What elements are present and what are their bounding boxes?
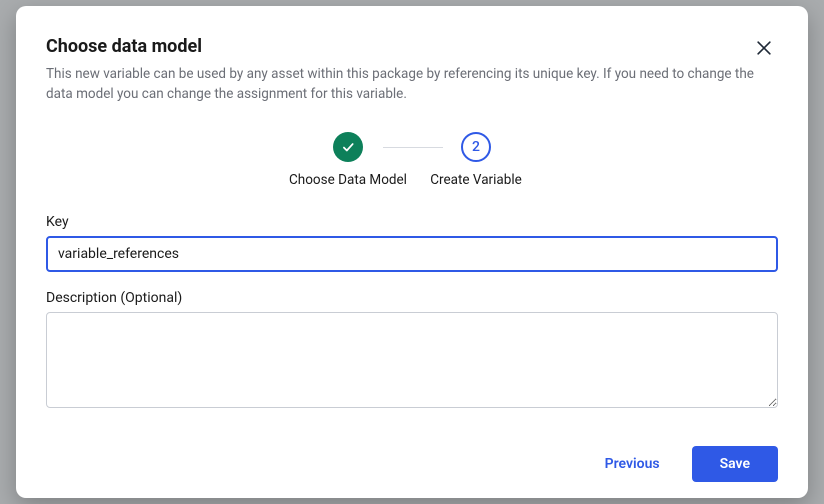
key-field-group: Key [46, 214, 778, 272]
step-connector [383, 147, 443, 148]
check-icon [341, 140, 355, 154]
modal-overlay: Choose data model This new variable can … [0, 0, 824, 504]
step-number: 2 [472, 139, 480, 155]
step-current-indicator: 2 [461, 132, 491, 162]
close-icon [754, 38, 774, 58]
modal-footer: Previous Save [46, 430, 778, 482]
step-label: Create Variable [430, 172, 522, 188]
step-choose-data-model: Choose Data Model [283, 132, 413, 188]
description-input[interactable] [46, 312, 778, 408]
step-create-variable: 2 Create Variable [411, 132, 541, 188]
close-button[interactable] [748, 32, 780, 64]
step-done-indicator [333, 132, 363, 162]
key-label: Key [46, 214, 778, 230]
modal-header: Choose data model This new variable can … [46, 36, 778, 104]
description-field-group: Description (Optional) [46, 290, 778, 412]
modal-subtitle: This new variable can be used by any ass… [46, 65, 766, 104]
save-button[interactable]: Save [692, 446, 778, 482]
modal-dialog: Choose data model This new variable can … [16, 6, 808, 498]
stepper: Choose Data Model 2 Create Variable [46, 132, 778, 188]
modal-title: Choose data model [46, 36, 778, 57]
previous-button[interactable]: Previous [601, 448, 664, 480]
step-label: Choose Data Model [289, 172, 407, 188]
description-label: Description (Optional) [46, 290, 778, 306]
key-input[interactable] [46, 236, 778, 272]
